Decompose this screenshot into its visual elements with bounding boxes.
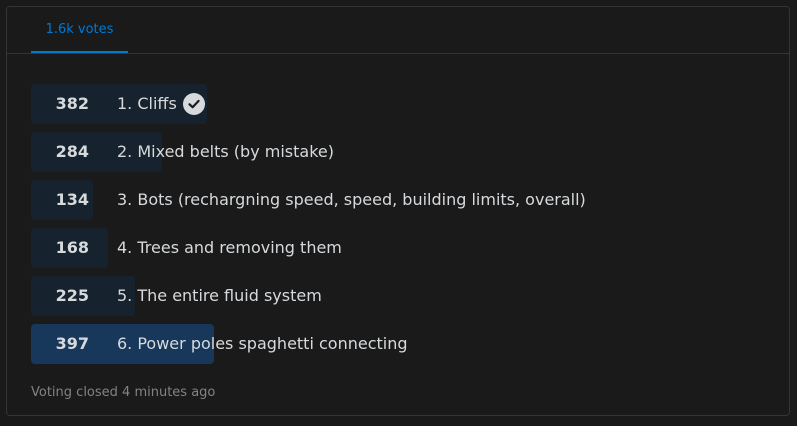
poll-card: 1.6k votes 382 1. Cliffs 284 2. Mixed be… bbox=[6, 6, 790, 416]
votes-tab[interactable]: 1.6k votes bbox=[31, 7, 128, 53]
poll-tab-bar: 1.6k votes bbox=[7, 7, 789, 54]
vote-count: 225 bbox=[55, 286, 89, 305]
poll-option[interactable]: 225 5. The entire fluid system bbox=[31, 276, 771, 316]
vote-count: 397 bbox=[55, 334, 89, 353]
option-label: 1. Cliffs bbox=[117, 94, 177, 113]
option-label: 2. Mixed belts (by mistake) bbox=[117, 142, 334, 161]
poll-option[interactable]: 382 1. Cliffs bbox=[31, 84, 771, 124]
poll-option[interactable]: 168 4. Trees and removing them bbox=[31, 228, 771, 268]
option-label: 5. The entire fluid system bbox=[117, 286, 322, 305]
option-label: 4. Trees and removing them bbox=[117, 238, 342, 257]
poll-option[interactable]: 284 2. Mixed belts (by mistake) bbox=[31, 132, 771, 172]
poll-options: 382 1. Cliffs 284 2. Mixed belts (by mis… bbox=[31, 84, 771, 372]
poll-option[interactable]: 397 6. Power poles spaghetti connecting bbox=[31, 324, 771, 364]
option-label: 6. Power poles spaghetti connecting bbox=[117, 334, 408, 353]
vote-count: 382 bbox=[55, 94, 89, 113]
voting-status: Voting closed 4 minutes ago bbox=[31, 385, 216, 400]
vote-count: 134 bbox=[55, 190, 89, 209]
check-circle-icon bbox=[182, 93, 205, 115]
poll-option[interactable]: 134 3. Bots (rechargning speed, speed, b… bbox=[31, 180, 771, 220]
vote-count: 168 bbox=[55, 238, 89, 257]
option-label: 3. Bots (rechargning speed, speed, build… bbox=[117, 190, 586, 209]
vote-count: 284 bbox=[55, 142, 89, 161]
